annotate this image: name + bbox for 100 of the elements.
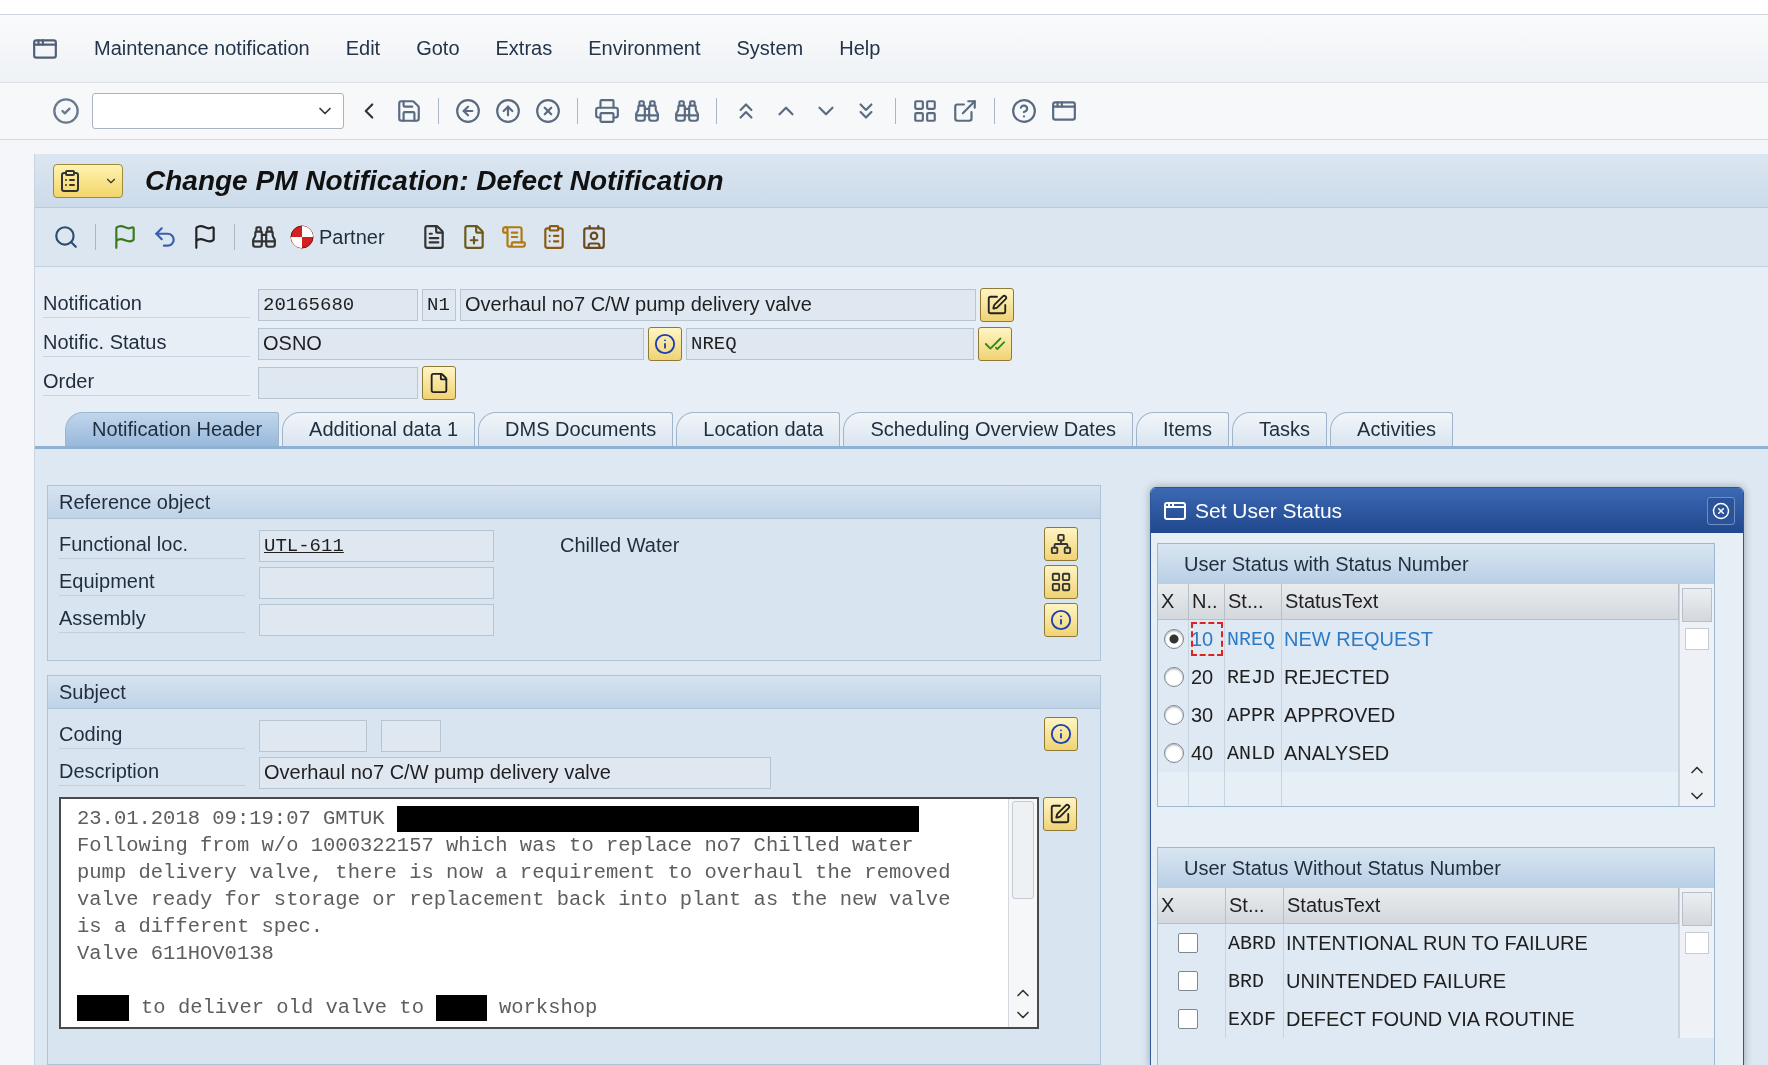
menu-item[interactable]: Edit — [345, 37, 381, 60]
enter-icon[interactable] — [50, 95, 82, 127]
table-cell: ANLD — [1225, 734, 1282, 772]
input-field[interactable] — [381, 719, 441, 752]
group-title: User Status with Status Number — [1158, 544, 1714, 584]
info-icon — [654, 332, 676, 355]
grid-icon — [1050, 571, 1072, 593]
pencil-icon — [1049, 803, 1071, 825]
info-button[interactable] — [1044, 603, 1078, 637]
table-cell: BRD — [1226, 962, 1284, 1000]
checkbox[interactable] — [1178, 933, 1198, 953]
column-header[interactable]: St... — [1226, 888, 1284, 924]
partner-button[interactable]: Partner — [289, 224, 385, 250]
info-button[interactable] — [648, 326, 682, 361]
group-title: Subject — [48, 676, 1100, 709]
text-line: workshop — [498, 995, 598, 1021]
radio-button[interactable] — [1164, 629, 1184, 649]
checkbox[interactable] — [1178, 971, 1198, 991]
field-label: Equipment — [59, 569, 245, 596]
help-icon[interactable] — [1009, 96, 1039, 126]
column-header[interactable]: N.. — [1189, 584, 1225, 620]
print-icon[interactable] — [592, 96, 622, 126]
table-cell: 10 — [1189, 620, 1225, 658]
input-field[interactable]: OSNO — [258, 327, 644, 360]
text-editor[interactable] — [59, 797, 1039, 1029]
input-field[interactable] — [259, 719, 367, 752]
text-line: Valve 611HOV0138 — [77, 941, 275, 967]
menu-item[interactable]: Help — [839, 37, 881, 60]
input-field[interactable]: Overhaul no7 C/W pump delivery valve — [259, 756, 771, 789]
info-icon — [1050, 723, 1072, 745]
table-cell: EXDF — [1226, 1000, 1284, 1038]
column-header[interactable]: X — [1158, 888, 1226, 924]
column-header[interactable]: St... — [1225, 584, 1282, 620]
radio-button[interactable] — [1164, 667, 1184, 687]
table-cell: 40 — [1189, 734, 1225, 772]
close-button[interactable] — [1707, 496, 1735, 525]
tab[interactable]: Scheduling Overview Dates — [843, 412, 1134, 446]
field-label: Functional loc. — [59, 532, 245, 559]
menu-item[interactable]: Goto — [416, 37, 460, 60]
input-field[interactable]: UTL-611 — [259, 529, 494, 562]
table-cell: NREQ — [1225, 620, 1282, 658]
text-line: 23.01.2018 09:19:07 GMTUK — [77, 806, 385, 832]
info-icon — [1050, 609, 1072, 631]
tab[interactable]: Location data — [676, 412, 841, 446]
table-cell: ABRD — [1226, 924, 1284, 962]
back-icon[interactable] — [453, 96, 483, 126]
table-cell: REJECTED — [1282, 658, 1679, 696]
table-cell: DEFECT FOUND VIA ROUTINE — [1284, 1000, 1679, 1038]
input-field[interactable]: Overhaul no7 C/W pump delivery valve — [460, 288, 976, 321]
input-field[interactable]: N1 — [422, 288, 456, 321]
column-header[interactable]: X — [1158, 584, 1189, 620]
table-cell: 30 — [1189, 696, 1225, 734]
column-header[interactable]: StatusText — [1282, 584, 1679, 620]
edit-button[interactable] — [1043, 797, 1077, 831]
menu-button[interactable] — [53, 163, 123, 198]
cancel-icon[interactable] — [533, 96, 563, 126]
table-cell: INTENTIONAL RUN TO FAILURE — [1284, 924, 1679, 962]
group-title: User Status Without Status Number — [1158, 848, 1714, 888]
column-header[interactable]: StatusText — [1284, 888, 1679, 924]
input-field[interactable] — [259, 566, 494, 599]
field-label: Notification — [43, 291, 250, 318]
tab[interactable]: Items — [1136, 412, 1229, 446]
tab[interactable]: Notification Header — [65, 412, 280, 446]
menu-item[interactable]: Maintenance notification — [94, 37, 310, 60]
status-button[interactable] — [978, 326, 1012, 361]
radio-button[interactable] — [1164, 743, 1184, 763]
table-cell: REJD — [1225, 658, 1282, 696]
table-cell: UNINTENDED FAILURE — [1284, 962, 1679, 1000]
group-title: Reference object — [48, 486, 1100, 519]
create-button[interactable] — [422, 365, 456, 400]
description-text: Chilled Water — [560, 534, 680, 557]
tab[interactable]: Activities — [1330, 412, 1453, 446]
menu-item[interactable]: Environment — [588, 37, 701, 60]
exit-icon[interactable] — [493, 96, 523, 126]
info-button[interactable] — [1044, 717, 1078, 751]
table-cell: ANALYSED — [1282, 734, 1679, 772]
structure-button[interactable] — [1044, 527, 1078, 561]
screen-title: Change PM Notification: Defect Notification — [145, 164, 724, 197]
text-line: pump delivery valve, there is now a requirement to overhaul the removed — [77, 860, 952, 886]
tab[interactable]: Tasks — [1231, 412, 1328, 446]
table-cell: APPROVED — [1282, 696, 1679, 734]
table-cell: NEW REQUEST — [1282, 620, 1679, 658]
menu-item[interactable]: System — [736, 37, 804, 60]
scroll-thumb[interactable] — [1012, 801, 1034, 899]
tab[interactable]: DMS Documents — [478, 412, 674, 446]
structure-button[interactable] — [1044, 565, 1078, 599]
input-field[interactable] — [259, 603, 494, 636]
command-field[interactable] — [92, 93, 344, 129]
edit-button[interactable] — [980, 287, 1014, 322]
menu-item[interactable]: Extras — [495, 37, 553, 60]
dialog-title: Set User Status — [1195, 498, 1343, 523]
tab[interactable]: Additional data 1 — [282, 412, 476, 446]
checkbox[interactable] — [1178, 1009, 1198, 1029]
field-label: Assembly — [59, 606, 245, 633]
radio-button[interactable] — [1164, 705, 1184, 725]
input-field[interactable]: NREQ — [686, 327, 974, 360]
input-field[interactable]: 20165680 — [258, 288, 418, 321]
text-line: valve ready for storage or replacement back into plant as the new valve — [77, 887, 952, 913]
field-label: Coding — [59, 722, 245, 749]
input-field[interactable] — [258, 366, 418, 399]
